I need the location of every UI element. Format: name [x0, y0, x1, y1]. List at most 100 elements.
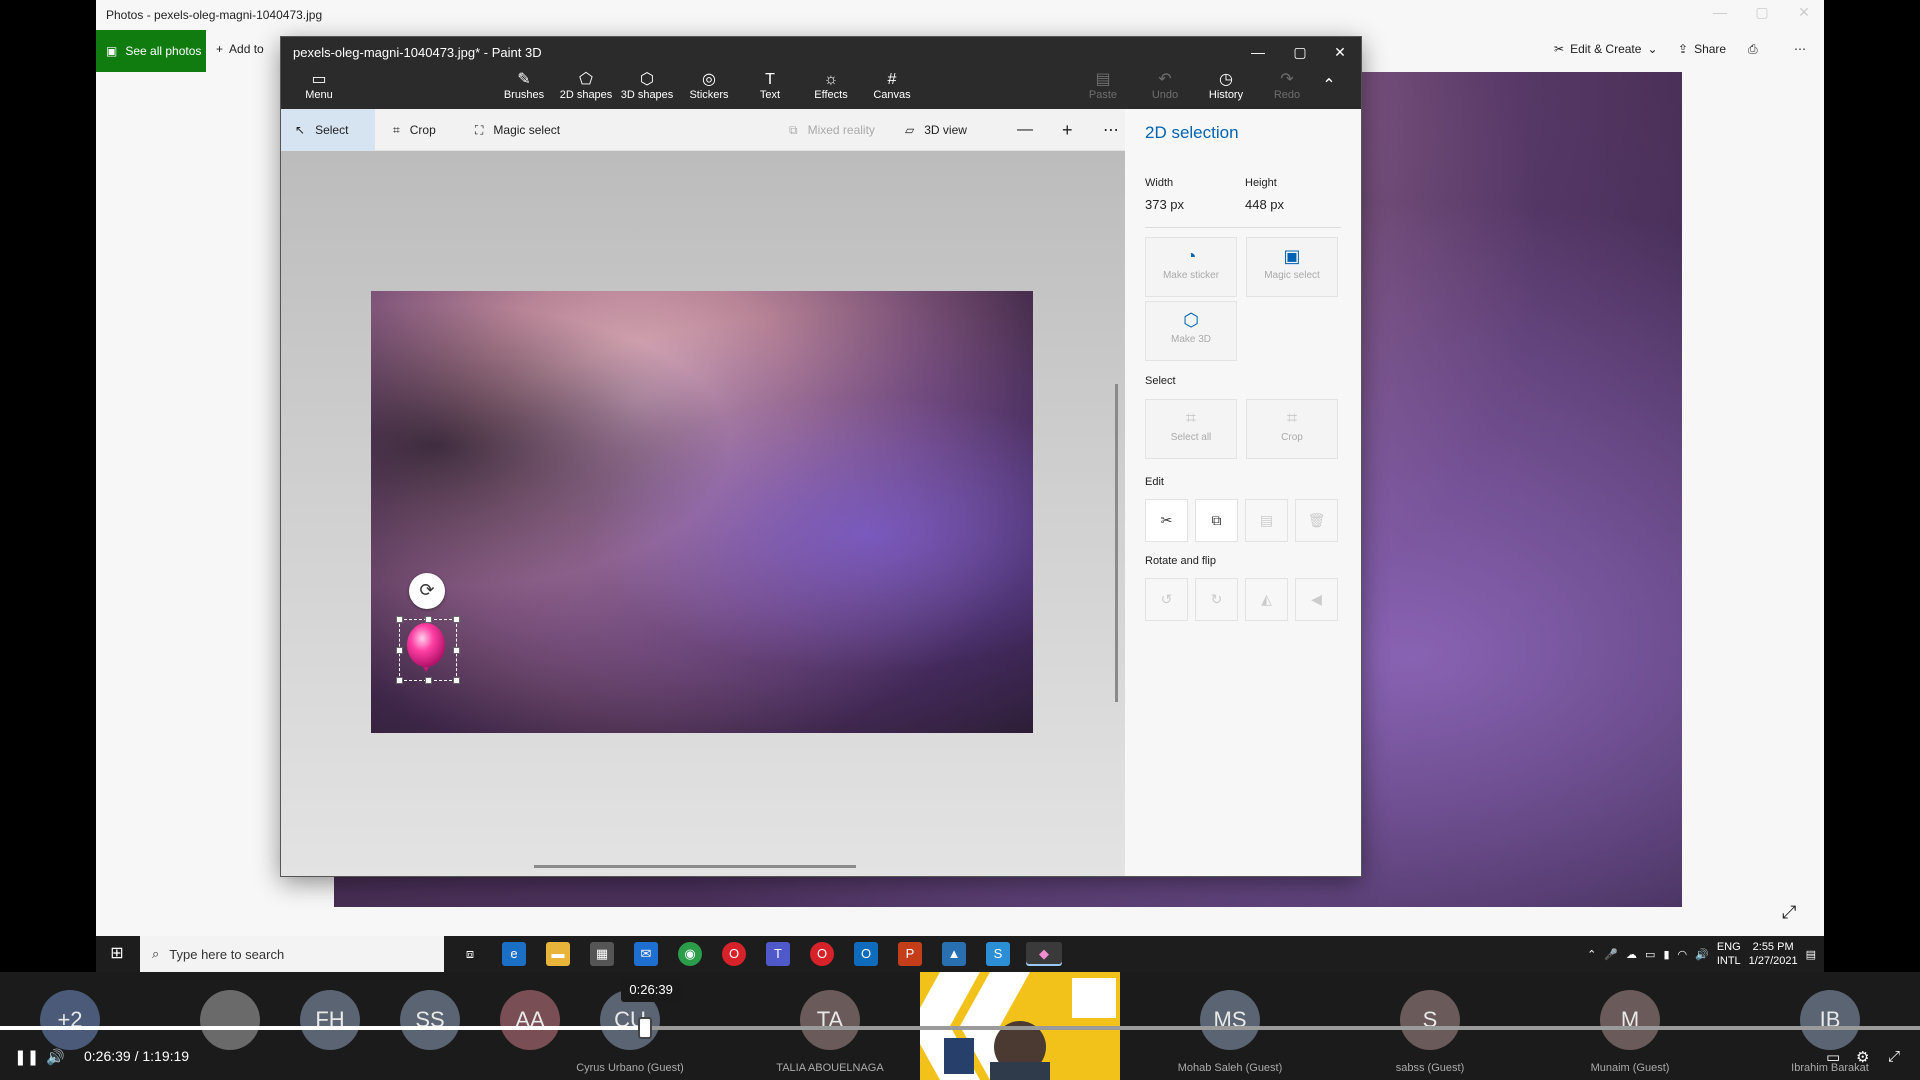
magic-select-tool[interactable]: ⛶ Magic select: [461, 109, 574, 151]
powerpoint-icon[interactable]: P: [898, 942, 922, 966]
history-button[interactable]: ◷ History: [1194, 69, 1258, 109]
undo-button[interactable]: ↶ Undo: [1133, 69, 1197, 109]
taskbar-search[interactable]: ⌕ Type here to search: [140, 936, 444, 972]
vertical-scrollbar[interactable]: [1115, 384, 1118, 702]
flip-horizontal-button[interactable]: ◀: [1295, 578, 1338, 621]
resize-handle-s[interactable]: [425, 677, 432, 684]
canvas-button[interactable]: # Canvas: [860, 69, 924, 109]
chrome-icon[interactable]: ◉: [678, 942, 702, 966]
chevron-up-icon[interactable]: ⌃: [1587, 948, 1596, 961]
photos-app-icon[interactable]: ▲: [942, 942, 966, 966]
microphone-icon[interactable]: 🎤: [1604, 948, 1618, 961]
task-view-icon[interactable]: ⧈: [458, 942, 482, 966]
battery-icon[interactable]: ▮: [1663, 948, 1669, 961]
select-tool[interactable]: ↖ Select: [281, 109, 375, 151]
maximize-icon[interactable]: ▢: [1742, 4, 1782, 26]
add-to-button[interactable]: + Add to: [216, 42, 264, 56]
language-indicator[interactable]: ENG INTL: [1717, 940, 1741, 968]
outlook-icon[interactable]: O: [854, 942, 878, 966]
display-icon[interactable]: ▭: [1645, 948, 1655, 961]
paint3d-taskbar-icon[interactable]: ◆: [1026, 942, 1062, 966]
make-sticker-button[interactable]: ◔ Make sticker: [1145, 237, 1237, 297]
make-3d-button[interactable]: ⬡ Make 3D: [1145, 301, 1237, 361]
copy-button[interactable]: ⧉: [1195, 499, 1238, 542]
edit-section-label: Edit: [1145, 476, 1164, 488]
store-icon[interactable]: ▦: [590, 942, 614, 966]
settings-icon[interactable]: ⚙: [1856, 1048, 1869, 1066]
resize-handle-ne[interactable]: [453, 616, 460, 623]
onedrive-icon[interactable]: ☁: [1626, 948, 1637, 961]
close-icon[interactable]: ✕: [1784, 4, 1824, 26]
zoom-in-button[interactable]: +: [1048, 109, 1087, 151]
swift-icon[interactable]: S: [986, 942, 1010, 966]
close-icon[interactable]: ✕: [1323, 41, 1357, 63]
width-value[interactable]: 373 px: [1145, 197, 1184, 212]
delete-button[interactable]: 🗑: [1295, 499, 1338, 542]
cut-button[interactable]: ✂: [1145, 499, 1188, 542]
canvas-area[interactable]: ⟳: [281, 151, 1125, 876]
paste-button[interactable]: ▤ Paste: [1071, 69, 1135, 109]
more-options-button[interactable]: ⋯: [1794, 42, 1806, 56]
brushes-button[interactable]: ✎ Brushes: [492, 69, 556, 109]
menu-button[interactable]: ▭ Menu: [287, 69, 351, 109]
crop-panel-button[interactable]: ⌗ Crop: [1246, 399, 1338, 459]
see-all-photos-button[interactable]: ▣ See all photos: [96, 30, 206, 72]
rotate-right-button[interactable]: ↻: [1195, 578, 1238, 621]
selection-box[interactable]: [396, 616, 460, 684]
video-progress-thumb[interactable]: [638, 1017, 653, 1039]
paste-panel-button[interactable]: ▤: [1245, 499, 1288, 542]
selection-panel: 2D selection Width Height 373 px 448 px …: [1125, 109, 1361, 876]
maximize-icon[interactable]: ▢: [1283, 41, 1317, 63]
resize-handle-e[interactable]: [453, 647, 460, 654]
share-button[interactable]: ⇪ Share: [1678, 42, 1726, 56]
notifications-icon[interactable]: ▤: [1806, 948, 1816, 961]
minimize-icon[interactable]: —: [1700, 4, 1740, 26]
select-tool-label: Select: [315, 123, 349, 137]
video-progress-bar[interactable]: [0, 1026, 1920, 1030]
horizontal-scrollbar[interactable]: [534, 865, 856, 868]
minimize-icon[interactable]: —: [1241, 41, 1275, 63]
resize-handle-se[interactable]: [453, 677, 460, 684]
start-button[interactable]: ⊞: [96, 936, 138, 972]
select-all-button[interactable]: ⌗ Select all: [1145, 399, 1237, 459]
print-button[interactable]: ⎙: [1748, 42, 1758, 57]
shapes-2d-button[interactable]: ⬠ 2D shapes: [554, 69, 618, 109]
edit-create-button[interactable]: ✂ Edit & Create ⌄: [1554, 42, 1658, 56]
expand-icon[interactable]: ⤢: [1782, 902, 1802, 922]
resize-handle-sw[interactable]: [396, 677, 403, 684]
shapes-3d-button[interactable]: ⬡ 3D shapes: [615, 69, 679, 109]
effects-button[interactable]: ☼ Effects: [799, 69, 863, 109]
mixed-reality-button[interactable]: ⧉ Mixed reality: [775, 109, 889, 151]
resize-handle-w[interactable]: [396, 647, 403, 654]
text-button[interactable]: T Text: [738, 69, 802, 109]
zoom-out-button[interactable]: —: [1003, 109, 1047, 151]
teams-icon[interactable]: T: [766, 942, 790, 966]
image-canvas[interactable]: ⟳: [371, 291, 1033, 733]
resize-handle-n[interactable]: [425, 616, 432, 623]
resize-handle-nw[interactable]: [396, 616, 403, 623]
magic-select-panel-button[interactable]: ▣ Magic select: [1246, 237, 1338, 297]
more-icon: ⋯: [1103, 122, 1119, 139]
opera-gx-icon[interactable]: O: [810, 942, 834, 966]
crop-panel-label: Crop: [1281, 432, 1303, 443]
captions-icon[interactable]: ▭: [1826, 1048, 1840, 1066]
paint3d-titlebar: pexels-oleg-magni-1040473.jpg* - Paint 3…: [281, 37, 1361, 67]
opera-icon[interactable]: O: [722, 942, 746, 966]
rotate-left-button[interactable]: ↺: [1145, 578, 1188, 621]
clock[interactable]: 2:55 PM 1/27/2021: [1749, 940, 1798, 968]
network-icon[interactable]: ◠: [1678, 948, 1688, 961]
rotate-handle[interactable]: ⟳: [409, 573, 445, 609]
file-explorer-icon[interactable]: ▬: [546, 942, 570, 966]
height-value[interactable]: 448 px: [1245, 197, 1284, 212]
volume-icon[interactable]: 🔊: [46, 1048, 65, 1066]
fullscreen-icon[interactable]: ⤢: [1888, 1048, 1900, 1065]
3d-view-button[interactable]: ▱ 3D view: [891, 109, 981, 151]
pause-icon[interactable]: ❚❚: [14, 1048, 39, 1066]
brushes-label: Brushes: [503, 89, 545, 101]
edge-icon[interactable]: e: [502, 942, 526, 966]
flip-vertical-button[interactable]: ◭: [1245, 578, 1288, 621]
speaker-icon[interactable]: 🔊: [1695, 948, 1709, 961]
stickers-button[interactable]: ◎ Stickers: [677, 69, 741, 109]
mail-icon[interactable]: ✉: [634, 942, 658, 966]
crop-tool[interactable]: ⌗ Crop: [379, 109, 450, 151]
